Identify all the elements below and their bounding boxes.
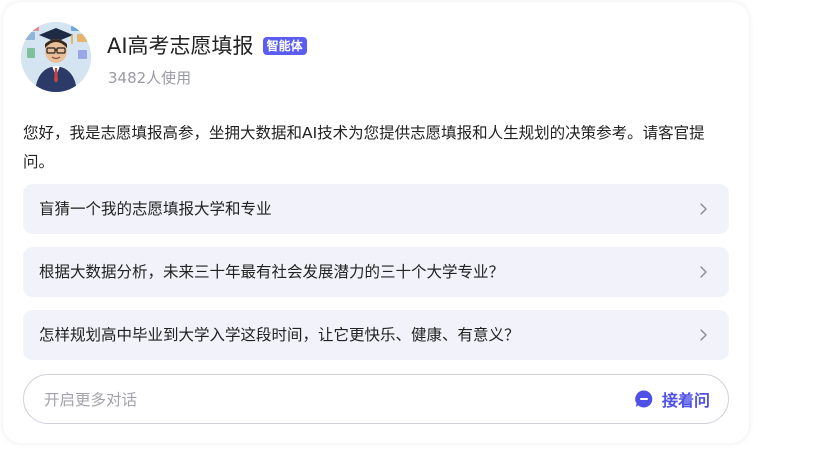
ask-button-label: 接着问 [661, 391, 710, 410]
suggestion-item[interactable]: 根据大数据分析，未来三十年最有社会发展潜力的三十个大学专业？ [23, 247, 729, 297]
agent-card: AI高考志愿填报 智能体 3482人使用 您好，我是志愿填报高参，坐拥大数据和A… [3, 2, 749, 443]
chevron-right-icon [700, 329, 707, 341]
chat-bubble-icon [635, 390, 653, 408]
usage-count: 3482人使用 [108, 69, 192, 87]
intro-message: 您好，我是志愿填报高参，坐拥大数据和AI技术为您提供志愿填报和人生规划的决策参考… [23, 124, 705, 171]
suggestion-item[interactable]: 盲猜一个我的志愿填报大学和专业 [23, 184, 729, 234]
chevron-right-icon [700, 266, 707, 278]
chat-input-bar: 接着问 [23, 374, 729, 424]
avatar-graduate-icon [21, 22, 91, 92]
agent-badge: 智能体 [262, 37, 307, 55]
agent-name: AI高考志愿填报 [107, 34, 254, 58]
suggestion-text: 盲猜一个我的志愿填报大学和专业 [39, 200, 272, 218]
chat-input[interactable] [42, 387, 606, 413]
agent-title-row: AI高考志愿填报 智能体 [107, 32, 307, 60]
suggestion-item[interactable]: 怎样规划高中毕业到大学入学这段时间，让它更快乐、健康、有意义？ [23, 310, 729, 360]
ask-button[interactable]: 接着问 [634, 387, 710, 411]
agent-avatar [21, 22, 91, 92]
chevron-right-icon [700, 203, 707, 215]
suggestion-text: 怎样规划高中毕业到大学入学这段时间，让它更快乐、健康、有意义？ [39, 326, 520, 344]
suggestion-text: 根据大数据分析，未来三十年最有社会发展潜力的三十个大学专业？ [39, 263, 505, 281]
